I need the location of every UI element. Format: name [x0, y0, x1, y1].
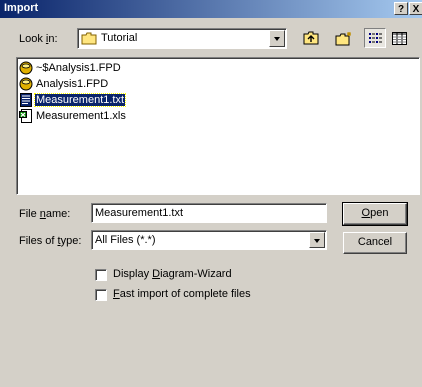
look-in-dropdown[interactable]: Tutorial: [77, 28, 287, 49]
fast-import-checkbox[interactable]: [95, 289, 107, 301]
spreadsheet-icon: [19, 109, 32, 123]
new-folder-button[interactable]: [332, 28, 354, 48]
look-in-dropdown-button[interactable]: [269, 30, 285, 47]
file-name-value: Measurement1.txt: [95, 207, 184, 219]
fast-import-label[interactable]: Fast import of complete files: [113, 288, 251, 300]
look-in-label: Look in:: [19, 33, 58, 45]
list-view-icon: [369, 33, 382, 43]
file-type-value: All Files (*.*): [95, 234, 156, 246]
look-in-value: Tutorial: [101, 32, 138, 44]
file-name: Analysis1.FPD: [36, 78, 109, 90]
details-view-icon: [392, 32, 407, 45]
title-bar: Import ? X: [0, 0, 422, 18]
open-button[interactable]: Open: [342, 202, 408, 226]
new-folder-icon: [335, 32, 351, 46]
file-name: ~$Analysis1.FPD: [36, 62, 121, 74]
close-button[interactable]: X: [409, 2, 422, 15]
file-name-label: File name:: [19, 208, 71, 220]
file-type-dropdown[interactable]: All Files (*.*): [91, 230, 327, 250]
file-list[interactable]: ~$Analysis1.FPD Analysis1.FPD Measuremen…: [16, 57, 420, 195]
database-icon: [19, 61, 33, 75]
help-button[interactable]: ?: [394, 2, 408, 15]
folder-icon: [81, 32, 97, 45]
list-view-button[interactable]: [364, 28, 386, 48]
diagram-wizard-label[interactable]: Display Diagram-Wizard: [113, 268, 232, 280]
details-view-button[interactable]: [388, 28, 410, 48]
file-name: Measurement1.xls: [36, 110, 126, 122]
file-name: Measurement1.txt: [33, 93, 127, 107]
up-folder-icon: [303, 31, 319, 45]
up-folder-button[interactable]: [300, 28, 322, 48]
database-icon: [19, 77, 33, 91]
diagram-wizard-checkbox[interactable]: [95, 269, 107, 281]
file-name-input[interactable]: Measurement1.txt: [91, 203, 327, 223]
cancel-button[interactable]: Cancel: [343, 232, 407, 254]
file-type-dropdown-button[interactable]: [309, 232, 325, 248]
file-type-label: Files of type:: [19, 235, 82, 247]
text-file-icon: [20, 93, 32, 107]
window-title: Import: [4, 2, 39, 14]
